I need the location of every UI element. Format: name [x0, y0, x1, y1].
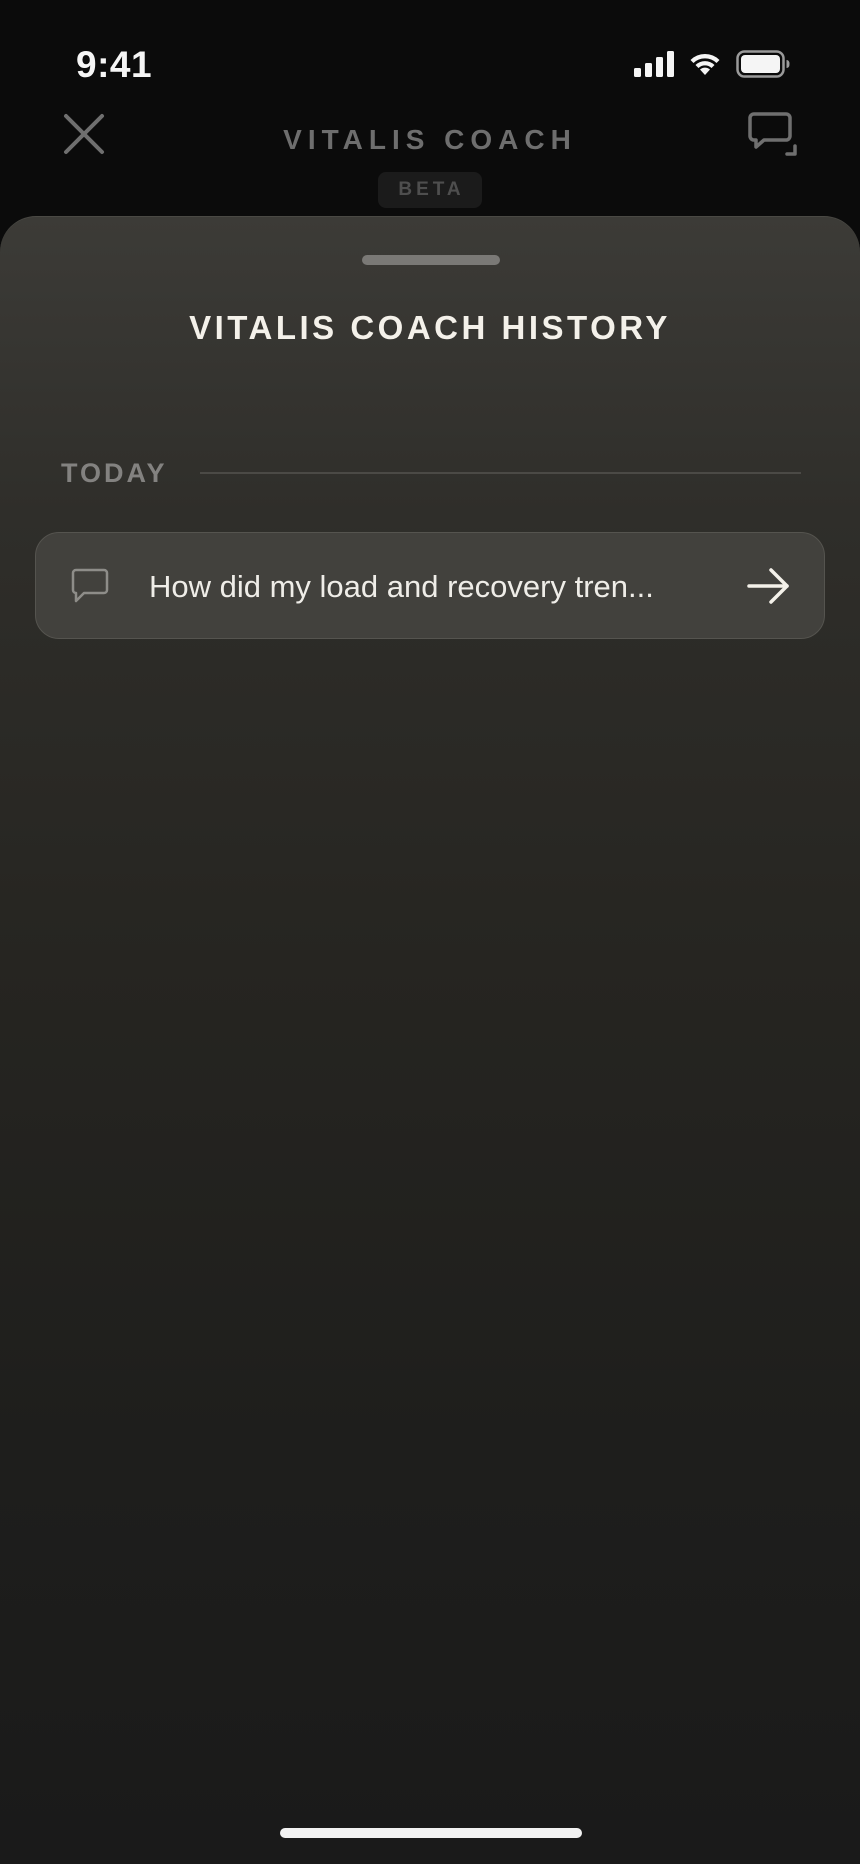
header-title: VITALIS COACH [283, 124, 577, 155]
arrow-right-icon [747, 568, 789, 604]
wifi-icon [690, 53, 720, 75]
battery-icon [736, 50, 790, 78]
new-chat-icon [748, 112, 797, 156]
history-item[interactable]: How did my load and recovery tren... [35, 532, 825, 639]
history-sheet: VITALIS COACH HISTORY TODAY How did my l… [0, 216, 860, 1864]
chat-bubble-icon [71, 568, 109, 603]
section-label: TODAY [61, 457, 168, 488]
history-item-title: How did my load and recovery tren... [149, 568, 654, 604]
section-header-today: TODAY [61, 455, 801, 491]
status-icons [634, 50, 790, 78]
status-time: 9:41 [76, 44, 153, 85]
status-bar: 9:41 [0, 0, 860, 130]
beta-badge: BETA [378, 172, 482, 208]
screen: 9:41 VITALIS COACH BETA VITALIS COACH HI… [0, 0, 860, 1864]
sheet-title: VITALIS COACH HISTORY [189, 309, 671, 346]
sheet-drag-handle[interactable] [362, 255, 500, 265]
cellular-signal-icon [634, 51, 674, 77]
new-chat-button[interactable] [746, 108, 798, 160]
home-indicator [280, 1828, 582, 1838]
section-divider [199, 472, 801, 474]
